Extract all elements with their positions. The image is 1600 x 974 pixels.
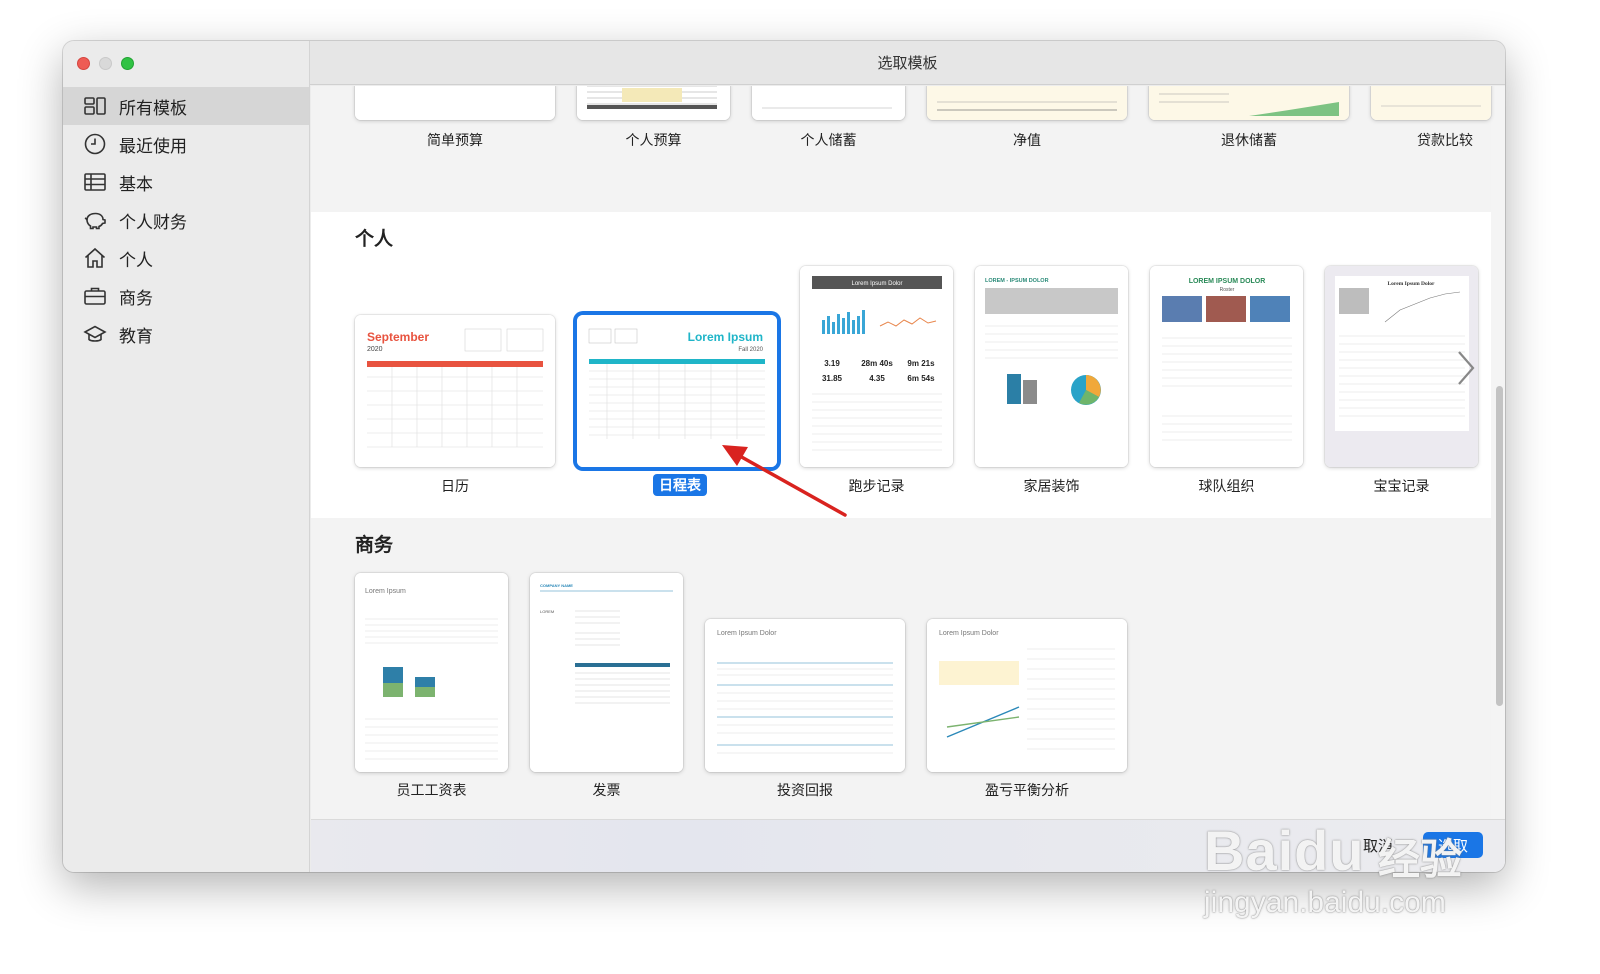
breakeven-title-text: Lorem Ipsum Dolor	[939, 630, 999, 637]
template-card-invoice[interactable]: COMPANY NAME LOREM	[530, 573, 683, 772]
piggy-bank-icon	[83, 208, 107, 232]
run-stat: 6m 54s	[907, 374, 935, 383]
template-card-roi[interactable]: Lorem Ipsum Dolor	[705, 619, 905, 772]
close-button[interactable]	[77, 57, 90, 70]
payroll-title-text: Lorem Ipsum	[365, 588, 406, 595]
template-card-payroll[interactable]: Lorem Ipsum	[355, 573, 508, 772]
template-label-selected: 日程表	[653, 474, 707, 496]
sidebar-item-recent[interactable]: 最近使用	[63, 125, 309, 163]
template-card-breakeven[interactable]: Lorem Ipsum Dolor	[927, 619, 1127, 772]
template-label: 日历	[441, 479, 469, 495]
template-label: 家居装饰	[1023, 479, 1080, 495]
run-stat: 3.19	[824, 359, 840, 368]
team-subtitle-text: Roster	[1220, 287, 1235, 293]
template-card-home-improvement[interactable]: LOREM - IPSUM DOLOR	[975, 266, 1128, 467]
house-icon	[83, 246, 107, 270]
sidebar-item-basic[interactable]: 基本	[63, 163, 309, 201]
all-templates-icon	[83, 94, 107, 118]
run-stat: 31.85	[822, 374, 843, 383]
run-stat: 28m 40s	[861, 359, 893, 368]
sidebar-item-label: 个人财务	[119, 212, 187, 233]
template-label: 投资回报	[777, 783, 833, 799]
template-label: 净值	[1013, 133, 1041, 149]
sidebar-item-all-templates[interactable]: 所有模板	[63, 87, 309, 125]
template-card-personal-budget[interactable]	[577, 86, 730, 120]
sidebar-item-personal[interactable]: 个人	[63, 239, 309, 277]
template-card-personal-savings[interactable]	[752, 86, 905, 120]
team-title-text: LOREM IPSUM DOLOR	[1189, 278, 1266, 285]
template-card-retirement-savings[interactable]	[1149, 86, 1349, 120]
template-label: 个人储蓄	[800, 133, 857, 149]
template-label: 简单预算	[427, 133, 483, 149]
template-gallery: 简单预算 个人预算 个人储蓄 净值 退休储蓄 贷款比较 个人 September…	[311, 86, 1505, 872]
sidebar-item-label: 个人	[119, 250, 153, 271]
chevron-right-icon[interactable]	[1451, 344, 1481, 392]
sidebar-item-personal-finance[interactable]: 个人财务	[63, 201, 309, 239]
template-card-loan-comparison[interactable]	[1371, 86, 1491, 120]
run-stat: 4.35	[869, 374, 885, 383]
sidebar-item-business[interactable]: 商务	[63, 277, 309, 315]
template-card-schedule[interactable]: Lorem Ipsum Fall 2020	[577, 315, 777, 467]
invoice-lorem-text: LOREM	[540, 609, 554, 614]
watermark-url: jingyan.baidu.com	[1204, 886, 1446, 919]
sidebar: 所有模板 最近使用 基本 个人财务 个人 商务 教育	[63, 41, 310, 872]
template-label: 发票	[592, 783, 621, 799]
invoice-company-text: COMPANY NAME	[540, 583, 573, 588]
template-label: 盈亏平衡分析	[985, 783, 1069, 799]
schedule-title-text: Lorem Ipsum	[688, 330, 763, 344]
window-controls	[77, 57, 134, 70]
template-label: 个人预算	[625, 133, 682, 149]
sidebar-item-label: 教育	[119, 326, 153, 347]
calendar-month-text: September	[367, 330, 429, 344]
template-label: 退休储蓄	[1221, 133, 1277, 149]
roi-title-text: Lorem Ipsum Dolor	[717, 630, 777, 637]
calendar-year-text: 2020	[367, 346, 383, 353]
template-label: 球队组织	[1198, 479, 1255, 495]
clock-icon	[83, 132, 107, 156]
template-card-calendar[interactable]: September 2020	[355, 315, 555, 467]
minimize-button[interactable]	[99, 57, 112, 70]
run-title-text: Lorem Ipsum Dolor	[851, 281, 902, 287]
home-title-text: LOREM - IPSUM DOLOR	[985, 278, 1049, 284]
zoom-button[interactable]	[121, 57, 134, 70]
template-card-simple-budget[interactable]	[355, 86, 555, 120]
baby-title-text: Lorem Ipsum Dolor	[1388, 281, 1436, 287]
template-label: 贷款比较	[1417, 133, 1473, 149]
vertical-scrollbar[interactable]	[1496, 386, 1503, 706]
cancel-button[interactable]: 取消	[1363, 835, 1393, 856]
sidebar-item-label: 基本	[119, 174, 153, 195]
template-label: 宝宝记录	[1373, 479, 1430, 495]
sidebar-item-education[interactable]: 教育	[63, 315, 309, 353]
template-label: 员工工资表	[396, 783, 467, 799]
run-stat: 9m 21s	[907, 359, 935, 368]
template-label: 跑步记录	[848, 479, 905, 495]
template-chooser-window: 所有模板 最近使用 基本 个人财务 个人 商务 教育 选取模板 简单预算 个人预…	[63, 41, 1505, 872]
sidebar-item-label: 商务	[119, 288, 153, 309]
dialog-footer: 取消 选取	[311, 819, 1505, 872]
sidebar-item-label: 所有模板	[119, 98, 187, 119]
choose-button[interactable]: 选取	[1423, 832, 1483, 858]
template-card-net-worth[interactable]	[927, 86, 1127, 120]
briefcase-icon	[83, 284, 107, 308]
template-card-team-organization[interactable]: LOREM IPSUM DOLOR Roster	[1150, 266, 1303, 467]
section-title-personal: 个人	[355, 228, 394, 250]
window-title: 选取模板	[310, 41, 1505, 85]
graduation-cap-icon	[83, 322, 107, 346]
table-icon	[83, 170, 107, 194]
template-card-running-log[interactable]: Lorem Ipsum Dolor 3.19 28m 40s 9m 21s 31…	[800, 266, 953, 467]
section-title-business: 商务	[355, 534, 394, 556]
sidebar-item-label: 最近使用	[119, 136, 187, 157]
schedule-subtitle-text: Fall 2020	[738, 347, 763, 353]
